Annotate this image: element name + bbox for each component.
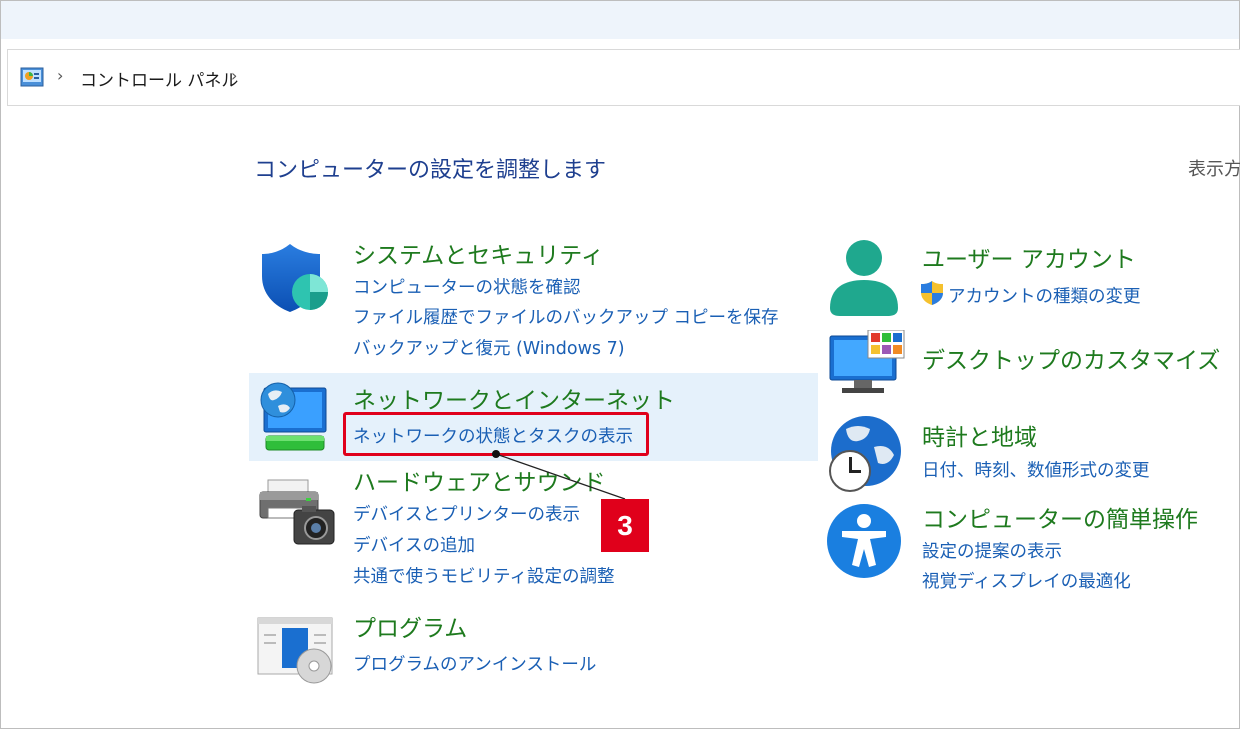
step-number-badge: 3 — [601, 499, 649, 552]
annotation-pointer — [492, 450, 626, 500]
